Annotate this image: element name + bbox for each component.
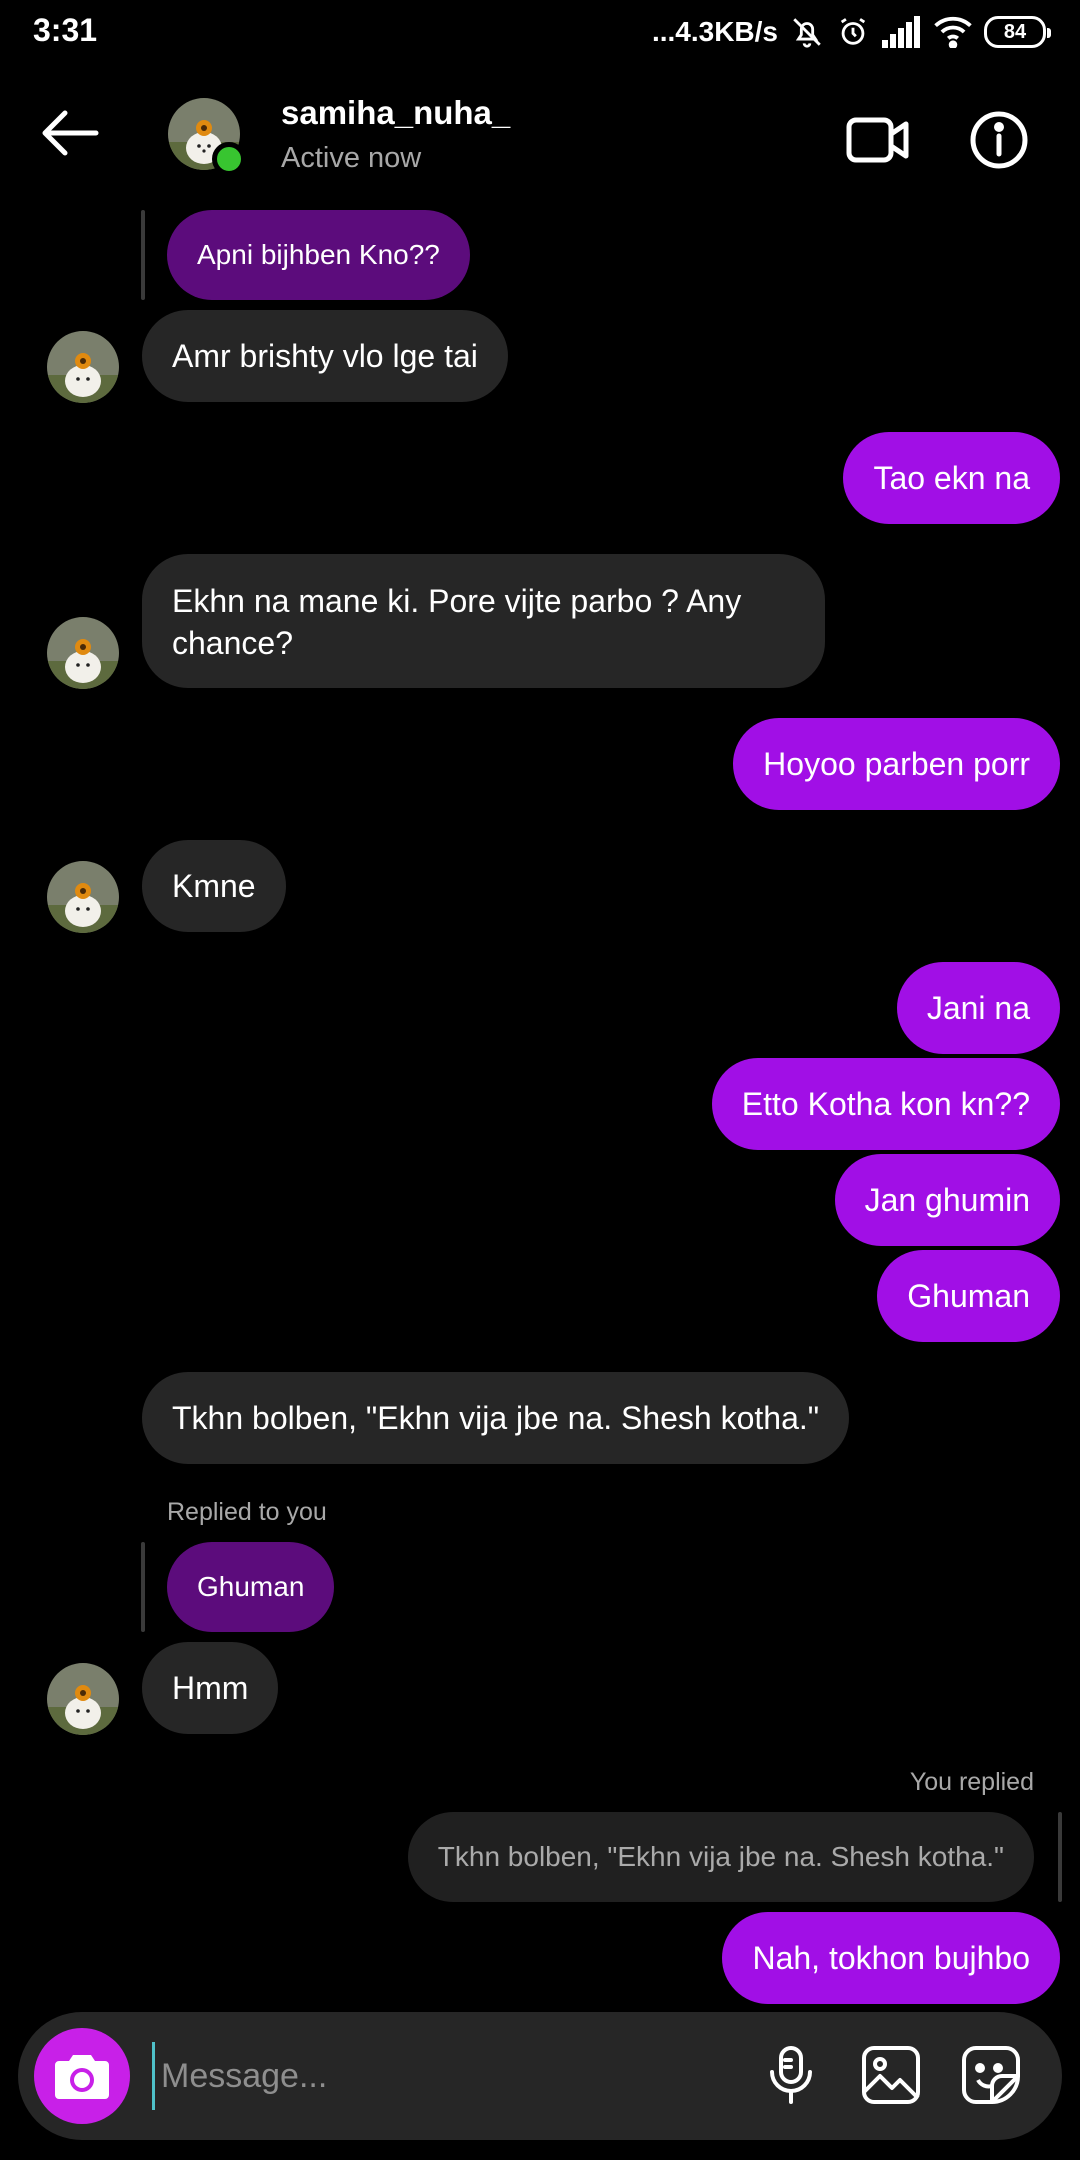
battery-level: 84 [1003,20,1027,43]
battery-icon: 84 [984,16,1051,48]
sticker-button[interactable] [958,2042,1024,2108]
contact-username[interactable]: samiha_nuha_ [281,94,510,132]
video-call-icon [846,117,909,163]
network-speed: ...4.3KB/s [651,16,778,47]
outgoing-message[interactable]: Jani na [896,962,1060,1054]
outgoing-message[interactable]: Ghuman [877,1250,1060,1342]
back-arrow-icon [42,110,99,156]
info-icon [970,111,1028,169]
reply-quote[interactable]: Ghuman [167,1542,335,1632]
avatar-image [47,861,119,933]
microphone-button[interactable] [758,2042,824,2108]
sticker-icon [962,2046,1020,2104]
incoming-message[interactable]: Ekhn na mane ki. Pore vijte parbo ? Any … [142,554,825,688]
info-button[interactable] [969,110,1029,170]
contact-avatar[interactable] [47,1663,119,1735]
gallery-button[interactable] [858,2042,924,2108]
outgoing-message[interactable]: Tao ekn na [843,432,1060,524]
microphone-icon [770,2046,812,2104]
outgoing-message[interactable]: Etto Kotha kon kn?? [711,1058,1060,1150]
replied-label: Replied to you [167,1498,327,1526]
reply-bar [141,1542,145,1632]
contact-status: Active now [281,142,422,174]
outgoing-message[interactable]: Jan ghumin [834,1154,1060,1246]
camera-button[interactable] [34,2028,130,2124]
contact-avatar[interactable] [47,617,119,689]
wifi-icon [934,16,972,48]
status-bar: 3:31 ...4.3KB/s 84 [0,0,1080,62]
reply-quote[interactable]: Apni bijhben Kno?? [167,210,470,300]
reply-bar [1058,1812,1062,1902]
chat-header: samiha_nuha_ Active now [0,62,1080,212]
reply-quote[interactable]: Tkhn bolben, "Ekhn vija jbe na. Shesh ko… [407,1812,1034,1902]
video-call-button[interactable] [846,114,910,166]
status-time: 3:31 [33,12,98,48]
message-input[interactable] [152,2042,732,2110]
replied-label: You replied [909,1768,1034,1796]
online-indicator [212,142,246,176]
incoming-message[interactable]: Kmne [142,840,286,932]
avatar-image [47,617,119,689]
contact-avatar[interactable] [47,331,119,403]
mute-icon [790,15,824,49]
message-composer [18,2012,1062,2140]
alarm-icon [836,15,870,49]
incoming-message[interactable]: Tkhn bolben, "Ekhn vija jbe na. Shesh ko… [142,1372,850,1464]
camera-icon [55,2055,109,2099]
status-icons: ...4.3KB/s 84 [651,12,1051,52]
contact-avatar[interactable] [47,861,119,933]
incoming-message[interactable]: Hmm [142,1642,279,1734]
reply-bar [141,210,145,300]
avatar-image [47,1663,119,1735]
back-button[interactable] [38,108,102,158]
outgoing-message[interactable]: Nah, tokhon bujhbo [722,1912,1060,2004]
signal-icon [882,16,922,48]
avatar-image [47,331,119,403]
outgoing-message[interactable]: Hoyoo parben porr [733,718,1060,810]
incoming-message[interactable]: Amr brishty vlo lge tai [142,310,508,402]
gallery-icon [862,2046,920,2104]
